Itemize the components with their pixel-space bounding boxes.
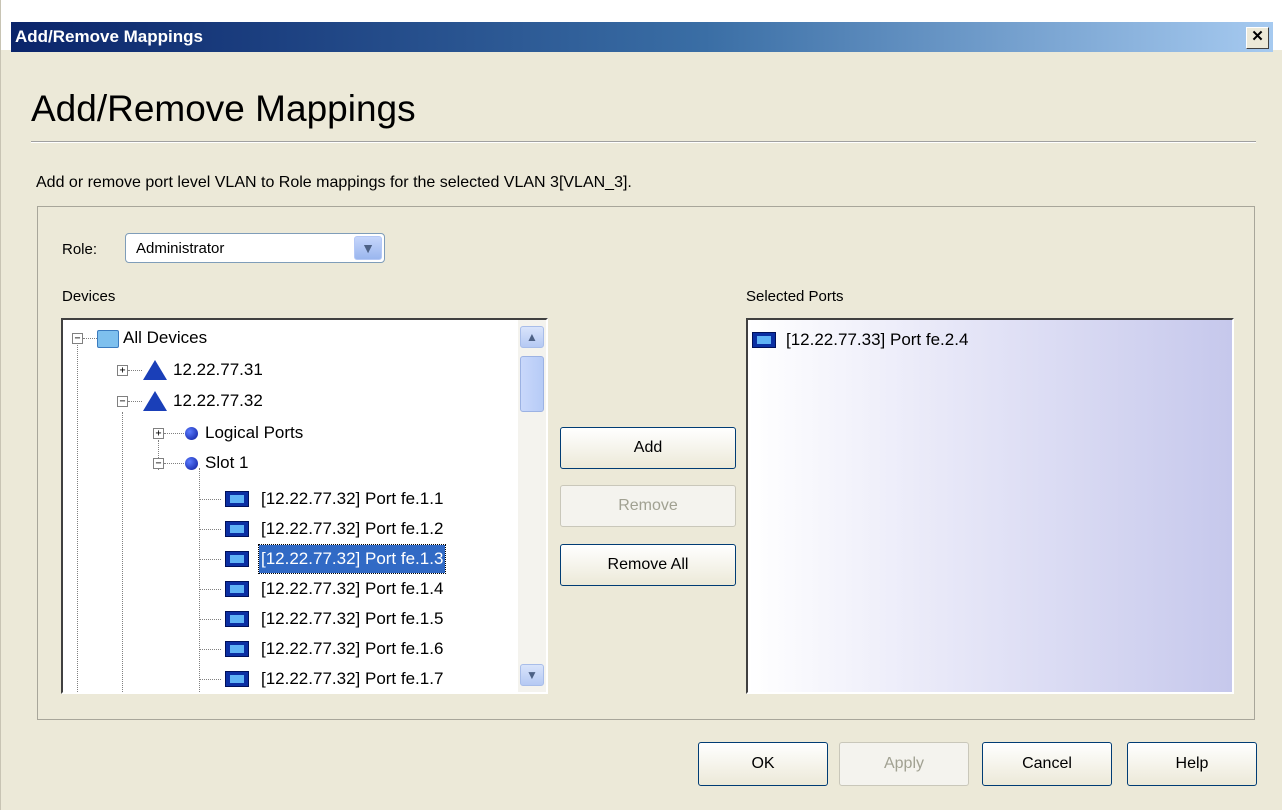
expand-icon[interactable]: + — [117, 365, 128, 376]
tree-node-label: 12.22.77.31 — [173, 360, 263, 379]
scrollbar-thumb[interactable] — [520, 356, 544, 412]
apply-button[interactable]: Apply — [839, 742, 969, 786]
scroll-up-icon[interactable]: ▲ — [520, 326, 544, 348]
tree-node-label: [12.22.77.32] Port fe.1.3 — [257, 544, 447, 574]
window-title: Add/Remove Mappings — [15, 27, 203, 46]
expand-icon[interactable]: + — [153, 428, 164, 439]
tree-node-label: Logical Ports — [205, 423, 304, 442]
tree-node-label: [12.22.77.32] Port fe.1.4 — [261, 579, 444, 598]
tree-node-label: [12.22.77.32] Port fe.1.7 — [261, 669, 444, 688]
device-icon — [143, 391, 167, 411]
role-dropdown[interactable]: Administrator ▼ — [125, 233, 385, 263]
port-icon — [225, 551, 249, 567]
add-button[interactable]: Add — [560, 427, 736, 469]
tree-node-device[interactable]: − 12.22.77.32 — [63, 387, 513, 415]
remove-all-button[interactable]: Remove All — [560, 544, 736, 586]
tree-node-port[interactable]: [12.22.77.32] Port fe.1.2 — [63, 515, 513, 543]
page-title: Add/Remove Mappings — [31, 88, 416, 129]
port-icon — [225, 671, 249, 687]
role-value: Administrator — [136, 240, 225, 257]
help-button[interactable]: Help — [1127, 742, 1257, 786]
tree-node-label: Slot 1 — [205, 453, 249, 472]
ok-button[interactable]: OK — [698, 742, 828, 786]
tree-node-logical-ports[interactable]: + Logical Ports — [63, 419, 513, 447]
folder-icon — [97, 330, 119, 348]
tree-node-label: [12.22.77.32] Port fe.1.6 — [261, 639, 444, 658]
tree-node-label: All Devices — [123, 328, 208, 347]
chevron-down-icon[interactable]: ▼ — [354, 236, 382, 260]
cancel-button[interactable]: Cancel — [982, 742, 1112, 786]
tree-node-device[interactable]: + 12.22.77.31 — [63, 356, 513, 384]
title-bar: Add/Remove Mappings ✕ — [1, 0, 1282, 52]
collapse-icon[interactable]: − — [72, 333, 83, 344]
port-icon — [225, 641, 249, 657]
tree-node-slot[interactable]: − Slot 1 — [63, 449, 513, 477]
tree-node-port[interactable]: [12.22.77.32] Port fe.1.4 — [63, 575, 513, 603]
remove-button[interactable]: Remove — [560, 485, 736, 527]
description-text: Add or remove port level VLAN to Role ma… — [36, 174, 632, 191]
port-icon — [752, 332, 776, 348]
tree-node-all-devices[interactable]: − All Devices — [63, 324, 513, 352]
selected-ports-label: Selected Ports — [746, 288, 844, 305]
scroll-down-icon[interactable]: ▼ — [520, 664, 544, 686]
dialog-window: Add/Remove Mappings ✕ Add/Remove Mapping… — [0, 0, 1282, 810]
tree-content: − All Devices + 12.22.77.31 − 12.22.77.3… — [63, 320, 519, 692]
port-group-icon — [185, 457, 198, 470]
tree-node-label: [12.22.77.32] Port fe.1.5 — [261, 609, 444, 628]
devices-tree[interactable]: − All Devices + 12.22.77.31 − 12.22.77.3… — [61, 318, 548, 694]
device-icon — [143, 360, 167, 380]
selected-ports-list[interactable]: [12.22.77.33] Port fe.2.4 — [746, 318, 1234, 694]
port-icon — [225, 491, 249, 507]
heading-divider — [31, 141, 1256, 143]
tree-node-port[interactable]: [12.22.77.32] Port fe.1.5 — [63, 605, 513, 633]
tree-node-label: [12.22.77.32] Port fe.1.1 — [261, 489, 444, 508]
list-item-label: [12.22.77.33] Port fe.2.4 — [786, 330, 969, 349]
devices-scrollbar[interactable]: ▲ ▼ — [518, 320, 546, 692]
tree-node-port[interactable]: [12.22.77.32] Port fe.1.1 — [63, 485, 513, 513]
collapse-icon[interactable]: − — [153, 458, 164, 469]
devices-label: Devices — [62, 288, 116, 305]
tree-node-port[interactable]: [12.22.77.32] Port fe.1.7 — [63, 665, 513, 692]
port-icon — [225, 581, 249, 597]
port-icon — [225, 521, 249, 537]
tree-node-port-selected[interactable]: [12.22.77.32] Port fe.1.3 — [63, 544, 513, 574]
list-item[interactable]: [12.22.77.33] Port fe.2.4 — [752, 326, 1222, 354]
tree-node-port[interactable]: [12.22.77.32] Port fe.1.6 — [63, 635, 513, 663]
close-icon[interactable]: ✕ — [1246, 27, 1269, 49]
tree-node-label: 12.22.77.32 — [173, 391, 263, 410]
port-icon — [225, 611, 249, 627]
tree-node-label: [12.22.77.32] Port fe.1.2 — [261, 519, 444, 538]
collapse-icon[interactable]: − — [117, 396, 128, 407]
role-label: Role: — [62, 241, 98, 258]
port-group-icon — [185, 427, 198, 440]
